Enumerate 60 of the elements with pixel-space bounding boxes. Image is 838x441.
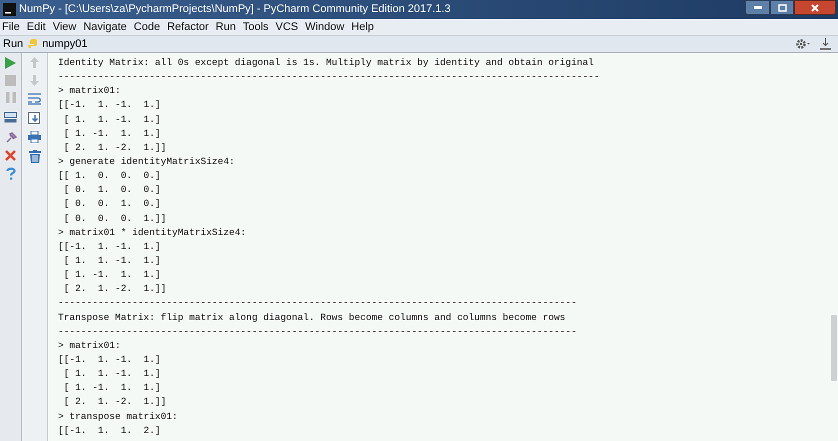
scrollbar-thumb[interactable] [831,315,837,381]
python-file-icon [27,38,40,50]
help-icon[interactable] [6,167,16,180]
console-line: [ 0. 1. 0. 0.] [62,183,161,198]
console-line: [ 2. 1. -2. 1.]] [62,395,166,410]
menu-item[interactable]: File [2,18,20,36]
run-label: Run [3,36,24,52]
print-icon[interactable] [28,131,41,143]
menu-item[interactable]: Edit [26,18,46,36]
console-line: [ 1. 1. -1. 1.] [62,367,161,382]
console-line: ----------------------------------------------------------------------------------------------- [58,70,600,84]
maximize-icon [778,4,786,12]
wrap-icon[interactable] [28,93,41,105]
console-line: [[ 1. 0. 0. 0.] [58,169,161,184]
console-line: [ 2. 1. -2. 1.]] [62,282,166,296]
console-line: > matrix01: [58,338,121,353]
console-line: [ 1. -1. 1. 1.] [62,126,161,141]
console-line: [ 1. -1. 1. 1.] [62,268,161,282]
close-icon[interactable] [5,150,16,161]
console-line: [[-1. 1. -1. 1.] [58,352,161,367]
console-line: [[-1. 1. -1. 1.] [58,240,161,254]
menu-item[interactable]: Window [305,18,344,36]
console-line: [[-1. 1. 1. 2.] [58,424,161,438]
console-line: ------------------------------------------------------------------------------------------- [58,296,577,310]
hide-icon[interactable] [820,38,831,50]
menu-item[interactable]: Help [351,18,374,36]
menu-item[interactable]: View [52,18,76,36]
minimize-icon [754,6,762,9]
menu-item[interactable]: Refactor [167,18,209,36]
menu-item[interactable]: VCS [276,18,298,36]
scroll-to-end-icon[interactable] [28,112,41,124]
menu-item[interactable]: Run [216,18,236,36]
settings-icon[interactable] [795,38,810,50]
console-line: Transpose Matrix: flip matrix along diagonal. Rows become columns and columns become rows [58,310,566,325]
console-line: > transpose matrix01: [58,410,178,424]
close-button[interactable] [794,0,836,15]
close-icon [811,4,819,12]
run-configuration[interactable]: numpy01 [42,36,88,52]
console-line: Identity Matrix: all 0s except diagonal is 1s. Multiply matrix by identity and obtain original [58,56,594,70]
menu-item[interactable]: Tools [242,18,269,36]
trash-icon[interactable] [28,150,40,163]
console-line: [ 1. 1. -1. 1.] [62,254,161,268]
menu-item[interactable]: Code [134,18,160,36]
console-line: [ 1. -1. 1. 1.] [62,381,161,396]
menu-item[interactable]: Navigate [83,18,127,36]
window-title: NumPy - [C:\Users\za\PycharmProjects\NumPy] - PyCharm Community Edition 2017.1.3 [19,2,451,18]
console-line: [ 0. 0. 0. 1.]] [62,212,166,226]
console-line: > generate identityMatrixSize4: [58,154,235,169]
layout-icon[interactable] [4,112,17,123]
console-line: > matrix01 * identityMatrixSize4: [58,226,246,240]
run-icon[interactable] [5,57,16,69]
console-line: [ 2. 1. -2. 1.]] [62,140,166,155]
console-line: ------------------------------------------------------------------------------------------- [58,324,577,339]
console-line: [ 0. 0. 1. 0.] [62,197,161,212]
app-logo-icon [3,3,16,16]
minimize-button[interactable] [745,0,770,15]
console-line: [ 1. 1. -1. 1.] [62,112,161,127]
maximize-button[interactable] [770,0,794,15]
console-line: > matrix01: [58,84,121,98]
console-line: [[-1. 1. -1. 1.] [58,98,161,112]
